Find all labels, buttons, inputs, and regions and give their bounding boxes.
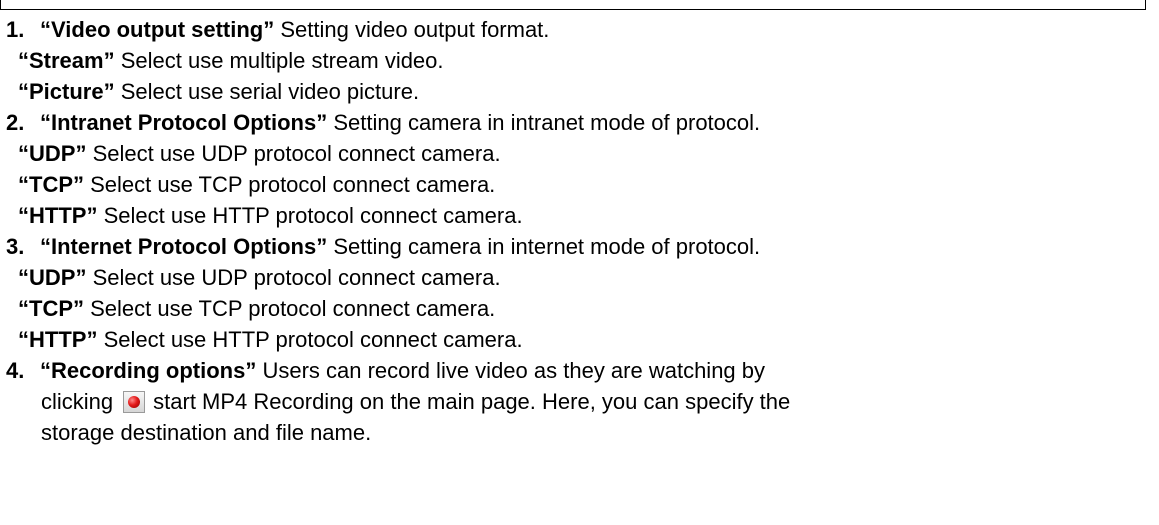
item-description: Setting video output format. [274,17,550,42]
option-name: “HTTP” [18,203,98,228]
option-name: “TCP” [18,172,84,197]
item-3-heading: 3. “Internet Protocol Options” Setting ca… [6,231,1151,262]
item-3-option-http: “HTTP” Select use HTTP protocol connect … [6,324,1151,355]
item-title: “Video output setting” [40,17,275,42]
item-2-option-udp: “UDP” Select use UDP protocol connect ca… [6,138,1151,169]
option-description: Select use serial video picture. [114,79,420,104]
item-1-option-stream: “Stream” Select use multiple stream vide… [6,45,1151,76]
option-description: Select use UDP protocol connect camera. [86,265,501,290]
option-description: Select use HTTP protocol connect camera. [97,203,523,228]
option-name: “TCP” [18,296,84,321]
item-2-option-http: “HTTP” Select use HTTP protocol connect … [6,200,1151,231]
item-1-option-picture: “Picture” Select use serial video pictur… [6,76,1151,107]
item-number: 1. [6,17,25,42]
option-name: “HTTP” [18,327,98,352]
item-4-continuation-end: storage destination and file name. [6,417,1151,448]
continuation-text: clicking [41,389,114,414]
item-2-option-tcp: “TCP” Select use TCP protocol connect ca… [6,169,1151,200]
item-description: Users can record live video as they are … [256,358,766,383]
top-frame-border [0,0,1146,10]
option-name: “Picture” [18,79,115,104]
record-icon [123,391,146,413]
item-title: “Internet Protocol Options” [40,234,328,259]
option-description: Select use TCP protocol connect camera. [84,296,496,321]
continuation-text: start MP4 Recording on the main page. He… [153,389,791,414]
item-1-heading: 1. “Video output setting” Setting video o… [6,14,1151,45]
document-body: 1. “Video output setting” Setting video o… [6,14,1151,448]
item-number: 3. [6,234,25,259]
continuation-text: storage destination and file name. [41,420,372,445]
item-2-heading: 2. “Intranet Protocol Options” Setting ca… [6,107,1151,138]
item-title: “Intranet Protocol Options” [40,110,328,135]
item-number: 4. [6,358,25,383]
item-3-option-udp: “UDP” Select use UDP protocol connect ca… [6,262,1151,293]
option-description: Select use multiple stream video. [114,48,444,73]
option-description: Select use HTTP protocol connect camera. [97,327,523,352]
item-title: “Recording options” [40,358,257,383]
option-name: “Stream” [18,48,115,73]
option-description: Select use UDP protocol connect camera. [86,141,501,166]
item-number: 2. [6,110,25,135]
option-description: Select use TCP protocol connect camera. [84,172,496,197]
item-4-continuation: clicking start MP4 Recording on the main … [6,386,1151,417]
item-description: Setting camera in internet mode of proto… [327,234,761,259]
item-3-option-tcp: “TCP” Select use TCP protocol connect ca… [6,293,1151,324]
item-description: Setting camera in intranet mode of proto… [327,110,761,135]
option-name: “UDP” [18,141,87,166]
item-4-heading: 4. “Recording options” Users can record l… [6,355,1151,386]
option-name: “UDP” [18,265,87,290]
